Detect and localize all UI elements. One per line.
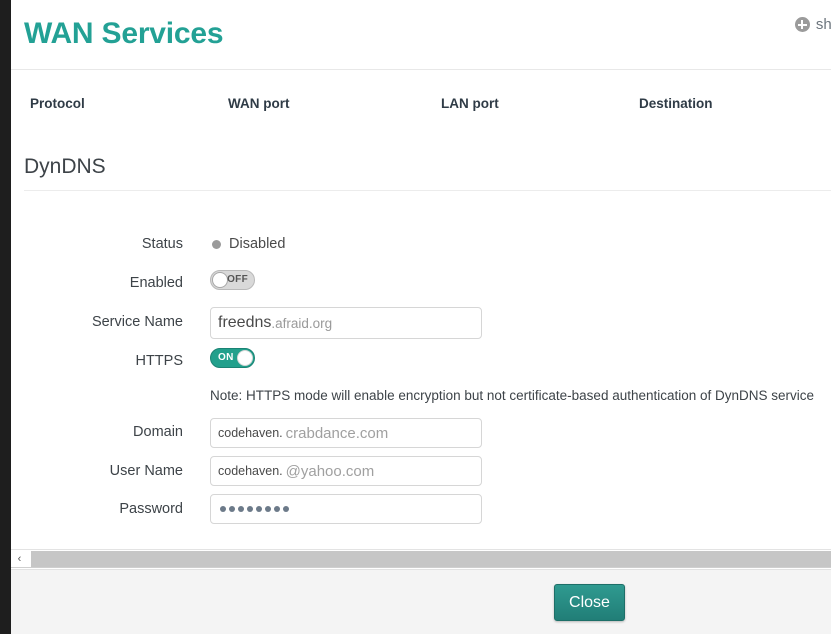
user-name-value-primary: codehaven. (218, 464, 283, 478)
page-title: WAN Services (24, 17, 224, 50)
password-input[interactable] (210, 494, 482, 524)
service-name-label: Service Name (91, 314, 183, 330)
password-masked-value (220, 506, 289, 512)
modal-backdrop-edge (0, 0, 11, 634)
scroll-left-arrow-icon[interactable]: ‹ (11, 550, 28, 567)
password-label: Password (119, 501, 183, 517)
table-column-headers: Protocol WAN port LAN port Destination (11, 70, 831, 130)
https-note-text: Note: HTTPS mode will enable encryption … (210, 388, 815, 403)
domain-value-primary: codehaven. (218, 426, 283, 440)
dialog-footer: Close (11, 569, 831, 634)
status-label: Status (141, 236, 183, 252)
wan-services-dialog: WAN Services sho Protocol WAN port LAN p… (11, 0, 831, 634)
column-header-protocol: Protocol (30, 96, 85, 111)
column-header-lan-port: LAN port (441, 96, 499, 111)
service-name-input[interactable]: freedns .afraid.org (210, 307, 482, 339)
enabled-toggle-state: OFF (227, 274, 248, 285)
plus-circle-icon (794, 17, 810, 32)
show-more-label: sho (815, 16, 831, 33)
column-header-wan-port: WAN port (228, 96, 290, 111)
https-label: HTTPS (135, 353, 183, 369)
https-toggle[interactable]: ON (210, 348, 255, 368)
domain-input[interactable]: codehaven. crabdance.com (210, 418, 482, 448)
show-more-toggle[interactable]: sho (794, 16, 831, 33)
service-name-value-primary: freedns (218, 314, 272, 331)
enabled-label: Enabled (129, 275, 183, 291)
section-title-dyndns: DynDNS (24, 155, 106, 178)
section-divider (24, 190, 831, 191)
column-header-destination: Destination (639, 96, 713, 111)
domain-label: Domain (133, 424, 183, 440)
service-name-value-secondary: .afraid.org (271, 315, 333, 331)
toggle-knob (237, 350, 253, 366)
https-toggle-state: ON (218, 352, 234, 363)
user-name-value-secondary: @yahoo.com (285, 462, 375, 480)
status-indicator-icon (212, 240, 221, 249)
toggle-knob (212, 272, 228, 288)
enabled-toggle[interactable]: OFF (210, 270, 255, 290)
dialog-header: WAN Services sho (11, 0, 831, 70)
user-name-input[interactable]: codehaven. @yahoo.com (210, 456, 482, 486)
close-button[interactable]: Close (554, 584, 625, 621)
domain-value-secondary: crabdance.com (285, 424, 389, 442)
scrollbar-thumb[interactable] (31, 551, 831, 567)
status-value: Disabled (229, 236, 286, 252)
user-name-label: User Name (109, 463, 183, 479)
horizontal-scrollbar[interactable]: ‹ (11, 549, 831, 568)
